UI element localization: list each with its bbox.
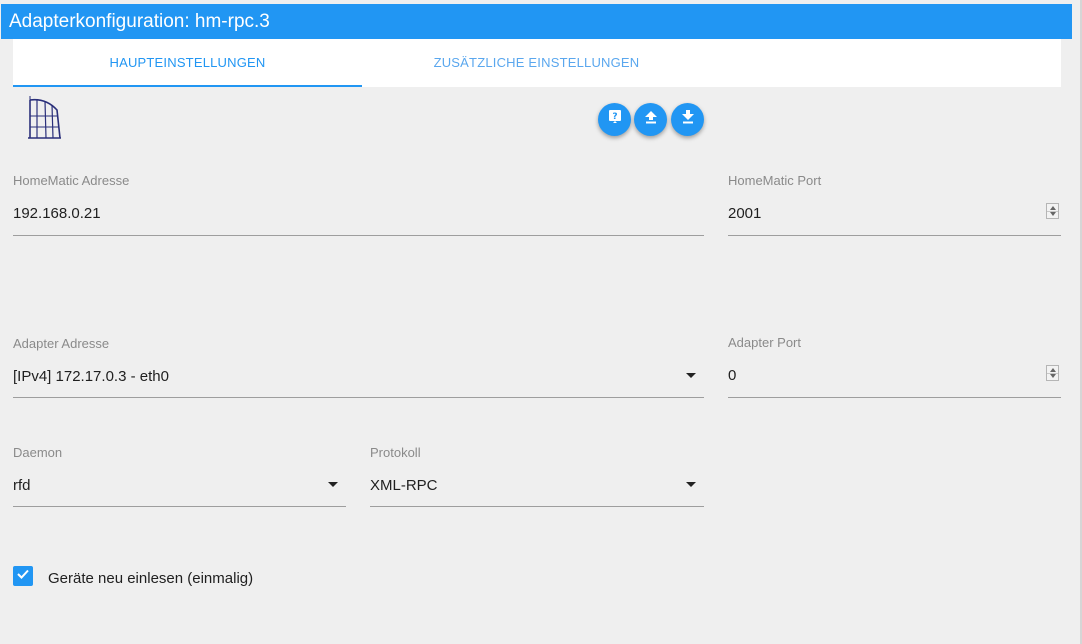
homematic-port-field[interactable]: HomeMatic Port 2001 [728, 173, 1061, 236]
tab-additional-settings[interactable]: ZUSÄTZLICHE EINSTELLUNGEN [362, 39, 711, 87]
stepper-up-icon[interactable] [1050, 206, 1056, 210]
homematic-logo [24, 94, 64, 146]
adapter-port-field[interactable]: Adapter Port 0 [728, 335, 1061, 398]
field-underline [13, 235, 704, 236]
daemon-select[interactable]: Daemon rfd [13, 445, 346, 507]
active-tab-indicator [13, 85, 362, 87]
homematic-address-label: HomeMatic Adresse [13, 173, 130, 188]
chevron-down-icon[interactable] [686, 373, 696, 378]
stepper-down-icon[interactable] [1050, 374, 1056, 378]
chevron-down-icon[interactable] [686, 482, 696, 487]
port-stepper[interactable] [1046, 203, 1059, 219]
homematic-address-field[interactable]: HomeMatic Adresse 192.168.0.21 [13, 173, 704, 236]
field-underline [13, 506, 346, 507]
protocol-label: Protokoll [370, 445, 421, 460]
download-icon [680, 109, 696, 130]
svg-text:?: ? [612, 112, 617, 122]
upload-button[interactable] [634, 103, 667, 136]
download-button[interactable] [671, 103, 704, 136]
checkmark-icon [16, 567, 30, 586]
field-underline [728, 397, 1061, 398]
adapter-port-input[interactable]: 0 [728, 367, 736, 384]
help-button[interactable]: ? [598, 103, 631, 136]
stepper-up-icon[interactable] [1050, 368, 1056, 372]
field-underline [370, 506, 704, 507]
help-icon: ? [607, 109, 623, 130]
tab-bar: HAUPTEINSTELLUNGEN ZUSÄTZLICHE EINSTELLU… [13, 39, 1061, 87]
protocol-select[interactable]: Protokoll XML-RPC [370, 445, 704, 507]
adapter-port-label: Adapter Port [728, 335, 801, 350]
protocol-value[interactable]: XML-RPC [370, 477, 438, 494]
tab-main-settings[interactable]: HAUPTEINSTELLUNGEN [13, 39, 362, 87]
adapter-address-label: Adapter Adresse [13, 336, 110, 351]
port-stepper[interactable] [1046, 365, 1059, 381]
chevron-down-icon[interactable] [328, 482, 338, 487]
upload-icon [643, 109, 659, 130]
field-underline [728, 235, 1061, 236]
adapter-address-select[interactable]: Adapter Adresse [IPv4] 172.17.0.3 - eth0 [13, 336, 704, 398]
homematic-port-label: HomeMatic Port [728, 173, 822, 188]
field-underline [13, 397, 704, 398]
daemon-label: Daemon [13, 445, 63, 460]
adapter-address-value[interactable]: [IPv4] 172.17.0.3 - eth0 [13, 368, 169, 385]
window-title: Adapterkonfiguration: hm-rpc.3 [1, 4, 1072, 39]
daemon-value[interactable]: rfd [13, 477, 31, 494]
homematic-address-input[interactable]: 192.168.0.21 [13, 205, 101, 222]
reread-devices-checkbox[interactable] [13, 566, 33, 586]
homematic-port-input[interactable]: 2001 [728, 205, 761, 222]
stepper-down-icon[interactable] [1050, 212, 1056, 216]
reread-devices-label[interactable]: Geräte neu einlesen (einmalig) [48, 570, 253, 587]
